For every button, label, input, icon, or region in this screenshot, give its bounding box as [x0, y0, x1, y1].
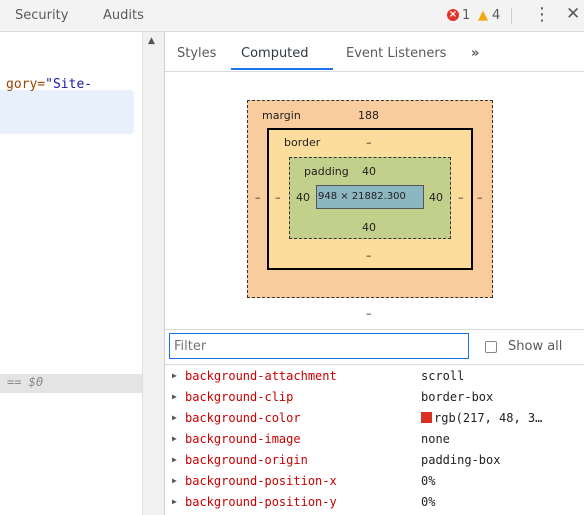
property-value: 0% [421, 474, 436, 488]
tab-security[interactable]: Security [15, 8, 68, 23]
more-options-icon[interactable]: ⋮ [533, 4, 551, 25]
expand-arrow-icon[interactable]: ▶ [172, 392, 177, 401]
margin-left-value[interactable]: – [255, 191, 261, 204]
show-all-checkbox[interactable] [485, 341, 497, 353]
box-model-diagram: margin 188 – – – border – – – – padding … [165, 73, 584, 329]
attribute-name: gory= [6, 77, 46, 92]
filter-bar: Show all [165, 329, 584, 365]
margin-right-value[interactable]: – [477, 191, 483, 204]
toolbar-divider [511, 8, 512, 24]
padding-bottom-value[interactable]: 40 [362, 221, 376, 234]
property-name: background-attachment [185, 369, 337, 383]
border-right-value[interactable]: – [458, 191, 464, 204]
show-all-label[interactable]: Show all [508, 339, 562, 354]
elements-panel: gory="Site- == $0 [0, 32, 164, 515]
dom-node-highlight[interactable] [0, 90, 134, 134]
property-value-wrapper: rgb(217, 48, 3… [421, 411, 542, 425]
property-name: background-image [185, 432, 301, 446]
border-label: border [284, 136, 321, 149]
more-tabs-icon[interactable]: » [471, 46, 479, 61]
tab-styles[interactable]: Styles [177, 46, 216, 61]
margin-top-value[interactable]: 188 [358, 109, 379, 122]
property-value: border-box [421, 390, 494, 404]
border-top-value[interactable]: – [366, 136, 372, 149]
property-row[interactable]: ▶ background-color rgb(217, 48, 3… [165, 410, 584, 431]
dom-node-text[interactable]: gory="Site- [6, 77, 92, 92]
padding-top-value[interactable]: 40 [362, 165, 376, 178]
computed-properties-list: ▶ background-attachment scroll ▶ backgro… [165, 368, 584, 515]
elements-scrollbar[interactable]: ▲ [142, 32, 164, 515]
error-icon[interactable]: × [447, 9, 459, 21]
border-left-value[interactable]: – [275, 191, 281, 204]
property-row[interactable]: ▶ background-origin padding-box [165, 452, 584, 473]
expand-arrow-icon[interactable]: ▶ [172, 497, 177, 506]
expand-arrow-icon[interactable]: ▶ [172, 413, 177, 422]
property-name: background-origin [185, 453, 308, 467]
property-row[interactable]: ▶ background-image none [165, 431, 584, 452]
scroll-up-icon[interactable]: ▲ [148, 36, 155, 46]
close-icon[interactable]: ✕ [566, 4, 580, 24]
tab-event-listeners[interactable]: Event Listeners [346, 46, 446, 61]
attribute-value: "Site- [45, 77, 93, 92]
devtools-toolbar: Security Audits × 1 ▲ 4 ⋮ ✕ [0, 0, 584, 32]
border-bottom-value[interactable]: – [366, 249, 372, 262]
expand-arrow-icon[interactable]: ▶ [172, 476, 177, 485]
property-row[interactable]: ▶ background-attachment scroll [165, 368, 584, 389]
sidebar-tabs: Styles Computed Event Listeners » [165, 32, 584, 72]
property-value: 0% [421, 495, 436, 509]
margin-label: margin [262, 109, 301, 122]
active-tab-indicator [231, 68, 333, 70]
margin-bottom-value[interactable]: – [366, 307, 372, 320]
property-name: background-clip [185, 390, 294, 404]
content-dimensions[interactable]: 948 × 21882.300 [318, 191, 406, 202]
warning-icon[interactable]: ▲ [478, 8, 488, 23]
padding-right-value[interactable]: 40 [429, 191, 443, 204]
property-row[interactable]: ▶ background-clip border-box [165, 389, 584, 410]
property-row[interactable]: ▶ background-position-x 0% [165, 473, 584, 494]
styles-sidebar: Styles Computed Event Listeners » margin… [164, 32, 584, 515]
tab-audits[interactable]: Audits [103, 8, 144, 23]
expand-arrow-icon[interactable]: ▶ [172, 371, 177, 380]
color-swatch[interactable] [421, 412, 432, 423]
padding-left-value[interactable]: 40 [296, 191, 310, 204]
property-value: padding-box [421, 453, 501, 467]
property-name: background-position-x [185, 474, 337, 488]
error-count[interactable]: 1 [462, 8, 470, 23]
property-row[interactable]: ▶ background-position-y 0% [165, 494, 584, 515]
tab-computed[interactable]: Computed [241, 46, 309, 61]
property-name: background-color [185, 411, 301, 425]
filter-input[interactable] [169, 333, 469, 359]
selected-node-marker: == $0 [7, 375, 44, 389]
property-name: background-position-y [185, 495, 337, 509]
property-value: scroll [421, 369, 465, 383]
expand-arrow-icon[interactable]: ▶ [172, 434, 177, 443]
property-value: none [421, 432, 450, 446]
expand-arrow-icon[interactable]: ▶ [172, 455, 177, 464]
warning-count[interactable]: 4 [492, 8, 500, 23]
padding-label: padding [304, 165, 349, 178]
property-value: rgb(217, 48, 3… [434, 411, 543, 425]
